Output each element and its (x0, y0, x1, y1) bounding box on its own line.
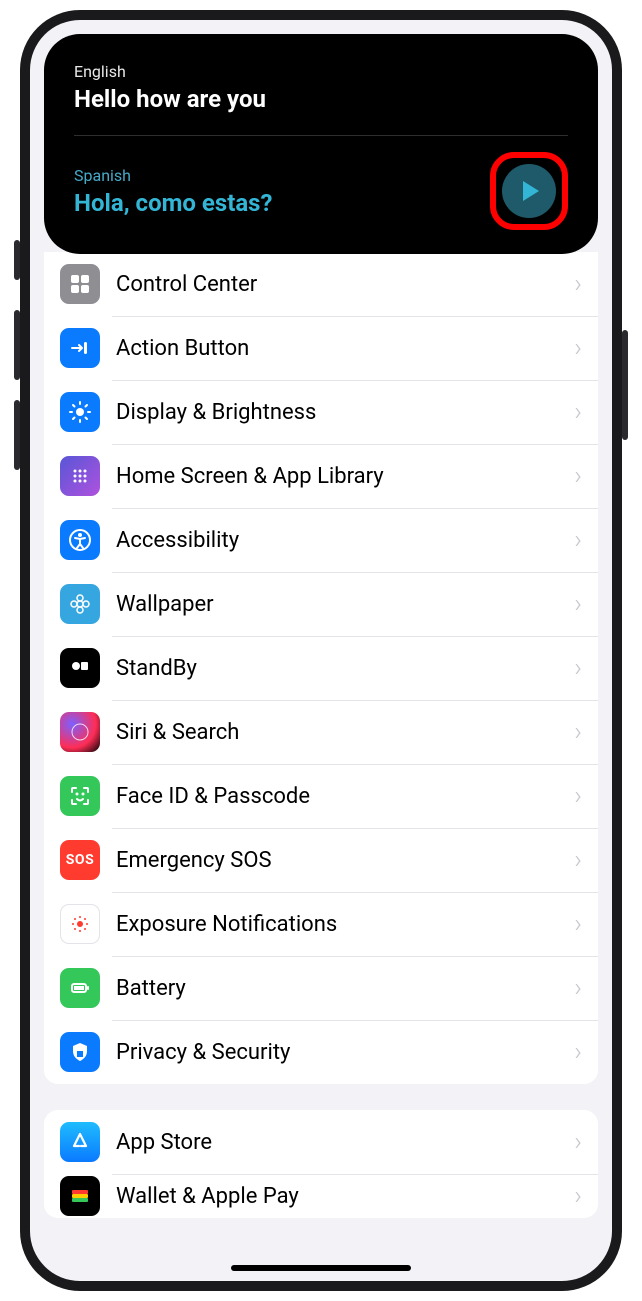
standby-icon (60, 648, 100, 688)
row-label: Face ID & Passcode (116, 784, 574, 809)
row-face-id[interactable]: Face ID & Passcode › (44, 764, 598, 828)
settings-group-store: App Store › Wallet & Apple Pay › (44, 1110, 598, 1218)
siri-icon (60, 712, 100, 752)
row-label: Emergency SOS (116, 848, 574, 873)
row-emergency-sos[interactable]: SOS Emergency SOS › (44, 828, 598, 892)
chevron-right-icon: › (574, 1181, 582, 1211)
control-center-icon (60, 264, 100, 304)
play-icon (523, 181, 539, 201)
battery-icon (60, 968, 100, 1008)
brightness-icon (60, 392, 100, 432)
privacy-icon (60, 1032, 100, 1072)
row-label: Control Center (116, 272, 574, 297)
face-id-icon (60, 776, 100, 816)
exposure-icon (60, 904, 100, 944)
phone-frame: English Hello how are you Spanish Hola, … (20, 10, 622, 1291)
chevron-right-icon: › (574, 717, 582, 747)
target-language-label: Spanish (74, 166, 478, 185)
play-translation-button[interactable] (502, 164, 556, 218)
chevron-right-icon: › (574, 973, 582, 1003)
row-battery[interactable]: Battery › (44, 956, 598, 1020)
home-indicator[interactable] (231, 1265, 411, 1271)
row-home-screen[interactable]: Home Screen & App Library › (44, 444, 598, 508)
wallpaper-icon (60, 584, 100, 624)
row-siri-search[interactable]: Siri & Search › (44, 700, 598, 764)
row-label: StandBy (116, 656, 574, 681)
row-label: Siri & Search (116, 720, 574, 745)
row-standby[interactable]: StandBy › (44, 636, 598, 700)
sos-icon: SOS (60, 840, 100, 880)
chevron-right-icon: › (574, 1127, 582, 1157)
row-control-center[interactable]: Control Center › (44, 252, 598, 316)
chevron-right-icon: › (574, 1037, 582, 1067)
row-label: App Store (116, 1130, 574, 1155)
chevron-right-icon: › (574, 397, 582, 427)
row-app-store[interactable]: App Store › (44, 1110, 598, 1174)
row-label: Accessibility (116, 528, 574, 553)
row-label: Exposure Notifications (116, 912, 574, 937)
row-label: Wallpaper (116, 592, 574, 617)
chevron-right-icon: › (574, 845, 582, 875)
action-button-icon (60, 328, 100, 368)
siri-divider (74, 135, 568, 136)
chevron-right-icon: › (574, 333, 582, 363)
settings-list[interactable]: Control Center › Action Button › Display… (30, 252, 612, 1281)
source-text: Hello how are you (74, 85, 568, 113)
row-label: Wallet & Apple Pay (116, 1184, 574, 1209)
chevron-right-icon: › (574, 653, 582, 683)
home-screen-icon (60, 456, 100, 496)
chevron-right-icon: › (574, 525, 582, 555)
row-action-button[interactable]: Action Button › (44, 316, 598, 380)
chevron-right-icon: › (574, 909, 582, 939)
row-label: Privacy & Security (116, 1040, 574, 1065)
chevron-right-icon: › (574, 269, 582, 299)
row-display-brightness[interactable]: Display & Brightness › (44, 380, 598, 444)
phone-screen: English Hello how are you Spanish Hola, … (30, 20, 612, 1281)
chevron-right-icon: › (574, 589, 582, 619)
highlight-ring (490, 152, 568, 230)
wallet-icon (60, 1176, 100, 1216)
row-label: Battery (116, 976, 574, 1001)
accessibility-icon (60, 520, 100, 560)
siri-translation-card: English Hello how are you Spanish Hola, … (44, 34, 598, 254)
row-accessibility[interactable]: Accessibility › (44, 508, 598, 572)
row-label: Action Button (116, 336, 574, 361)
row-exposure-notifications[interactable]: Exposure Notifications › (44, 892, 598, 956)
source-language-label: English (74, 62, 568, 81)
chevron-right-icon: › (574, 781, 582, 811)
row-wallet[interactable]: Wallet & Apple Pay › (44, 1174, 598, 1218)
settings-group-general: Control Center › Action Button › Display… (44, 252, 598, 1084)
row-label: Display & Brightness (116, 400, 574, 425)
row-label: Home Screen & App Library (116, 464, 574, 489)
target-text: Hola, como estas? (74, 189, 478, 217)
row-privacy-security[interactable]: Privacy & Security › (44, 1020, 598, 1084)
app-store-icon (60, 1122, 100, 1162)
row-wallpaper[interactable]: Wallpaper › (44, 572, 598, 636)
chevron-right-icon: › (574, 461, 582, 491)
